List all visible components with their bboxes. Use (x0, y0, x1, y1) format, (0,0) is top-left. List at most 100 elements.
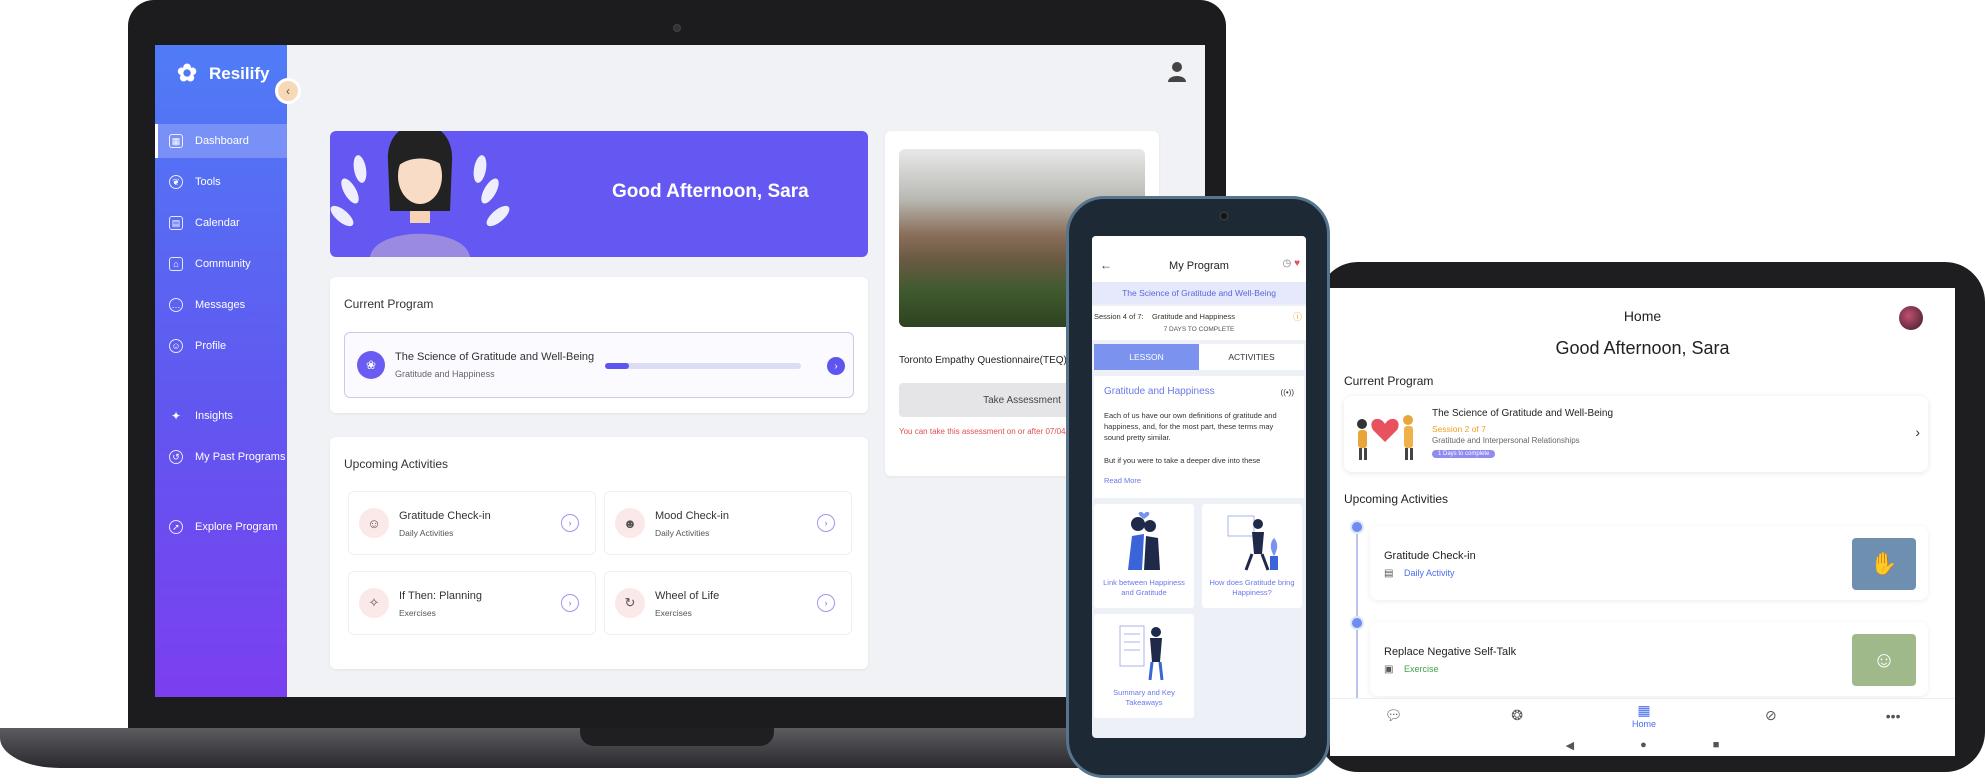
upcoming-activities-card: Upcoming Activities ☺ Gratitude Check-in… (330, 437, 868, 669)
tablet-activity-gratitude[interactable]: Gratitude Check-in ▤ Daily Activity ✋ (1370, 526, 1928, 600)
program-subtitle: Gratitude and Happiness (395, 369, 495, 379)
chevron-right-icon[interactable]: › (827, 357, 845, 375)
tile-label: Link between Happiness and Gratitude (1103, 578, 1185, 597)
sidebar-item-messages[interactable]: … Messages (155, 288, 287, 322)
session-label: Session 4 of 7: (1094, 312, 1144, 321)
program-progress-fill (605, 363, 629, 369)
sidebar-item-label: My Past Programs (195, 451, 286, 463)
leaf-icon: ❦ (169, 175, 183, 189)
days-to-complete: 7 DAYS TO COMPLETE (1163, 326, 1235, 333)
assessment-title: Toronto Empathy Questionnaire(TEQ) (899, 355, 1067, 366)
grid-icon: ▦ (169, 134, 183, 148)
chevron-right-icon[interactable]: › (561, 594, 579, 612)
chevron-right-icon[interactable]: › (817, 594, 835, 612)
clock-icon[interactable]: ◷ (1283, 258, 1292, 269)
activity-subtitle: Daily Activity (1404, 568, 1455, 578)
sidebar-item-label: Dashboard (195, 135, 249, 147)
phone-screen: ← My Program ◷ ♥ The Science of Gratitud… (1092, 236, 1306, 738)
sidebar-item-label: Messages (195, 299, 246, 311)
sidebar-item-past-programs[interactable]: ↺ My Past Programs (155, 440, 287, 474)
profile-icon: ☺ (169, 339, 183, 353)
nav-more[interactable]: ••• (1886, 708, 1901, 724)
activity-mood-checkin[interactable]: ☻ Mood Check-in Daily Activities › (604, 491, 852, 555)
tablet-program-session: Session 2 of 7 (1432, 424, 1486, 434)
avatar[interactable] (1899, 306, 1923, 330)
home-circle-icon[interactable]: ● (1640, 739, 1647, 751)
tile-gratitude-happiness[interactable]: How does Gratitude bring Happiness? (1202, 504, 1302, 608)
greeting-banner: Good Afternoon, Sara (330, 131, 868, 257)
current-program-card: Current Program ❀ The Science of Gratitu… (330, 277, 868, 413)
tile-label: How does Gratitude bring Happiness? (1209, 578, 1295, 597)
sidebar-item-tools[interactable]: ❦ Tools (155, 165, 287, 199)
activity-subtitle: Daily Activities (399, 528, 454, 538)
session-bar: Session 4 of 7: Gratitude and Happiness … (1092, 306, 1306, 340)
tile-summary[interactable]: Summary and Key Takeaways (1094, 614, 1194, 718)
sidebar-item-explore[interactable]: ➚ Explore Program (155, 510, 287, 544)
document-icon: ▤ (1384, 568, 1394, 579)
activity-subtitle: Exercise (1404, 664, 1439, 674)
compass-icon: ⊘ (1765, 707, 1777, 723)
clipboard-icon: ▣ (1384, 664, 1394, 675)
read-more-link[interactable]: Read More (1104, 476, 1141, 485)
program-row[interactable]: ❀ The Science of Gratitude and Well-Bein… (344, 332, 854, 398)
header-icons[interactable]: ◷ ♥ (1283, 258, 1300, 269)
activity-if-then-planning[interactable]: ✧ If Then: Planning Exercises › (348, 571, 596, 635)
sidebar-item-community[interactable]: ⌂ Community (155, 247, 287, 281)
activity-title: If Then: Planning (399, 590, 482, 602)
nav-brain[interactable]: ❂ (1511, 707, 1523, 724)
heart-icon[interactable]: ♥ (1294, 258, 1300, 269)
chat-icon: … (169, 298, 183, 312)
activity-wheel-of-life[interactable]: ↻ Wheel of Life Exercises › (604, 571, 852, 635)
activity-gratitude-checkin[interactable]: ☺ Gratitude Check-in Daily Activities › (348, 491, 596, 555)
chevron-right-icon[interactable]: › (561, 514, 579, 532)
sidebar-item-label: Profile (195, 340, 227, 352)
sidebar-item-label: Tools (195, 176, 221, 188)
sidebar-item-calendar[interactable]: ▤ Calendar (155, 206, 287, 240)
tile-happiness-gratitude[interactable]: Link between Happiness and Gratitude (1094, 504, 1194, 608)
resilify-logo-icon: ✿ (177, 60, 198, 87)
nav-explore[interactable]: ⊘ (1765, 707, 1777, 724)
community-icon: ⌂ (169, 257, 183, 271)
activity-subtitle: Daily Activities (655, 528, 710, 538)
greeting-title: Good Afternoon, Sara (612, 181, 809, 202)
back-icon[interactable]: ◀ (1566, 739, 1574, 752)
sidebar-item-label: Insights (195, 410, 233, 422)
chevron-right-icon[interactable]: › (1915, 424, 1920, 440)
user-icon[interactable] (1167, 61, 1187, 83)
info-icon[interactable]: ⓘ (1293, 310, 1302, 323)
laptop-notch (580, 728, 774, 746)
hug-illustration (1128, 511, 1160, 570)
sidebar-item-label: Explore Program (195, 521, 278, 533)
laptop-camera (673, 24, 681, 32)
sidebar-item-dashboard[interactable]: ▦ Dashboard (155, 124, 287, 158)
tablet-program-card[interactable]: The Science of Gratitude and Well-Being … (1344, 396, 1928, 472)
tablet-activity-self-talk[interactable]: Replace Negative Self-Talk ▣ Exercise ☺ (1370, 622, 1928, 696)
brand-name: Resilify (209, 64, 270, 83)
hand-globe-icon: ✋ (1852, 538, 1916, 590)
audio-icon[interactable]: ((•)) (1281, 388, 1294, 397)
sidebar-item-profile[interactable]: ☺ Profile (155, 329, 287, 363)
nav-chat[interactable]: 💬︎ (1385, 707, 1403, 724)
phone-program-title: The Science of Gratitude and Well-Being (1092, 282, 1306, 304)
board-illustration (1119, 625, 1164, 681)
status-bar (1092, 236, 1306, 252)
recents-icon[interactable]: ■ (1713, 739, 1720, 751)
upcoming-heading: Upcoming Activities (344, 457, 449, 471)
sidebar: ✿ Resilify ▦ Dashboard ❦ Tools ▤ Calenda… (155, 45, 287, 697)
chevron-right-icon[interactable]: › (817, 514, 835, 532)
sidebar-collapse-button[interactable]: ‹ (275, 78, 301, 104)
head-icon: ☺ (1852, 634, 1916, 686)
tablet-page-title: Home (1623, 308, 1662, 324)
timeline-dot (1350, 520, 1364, 534)
tab-activities[interactable]: ACTIVITIES (1199, 344, 1304, 370)
brand-logo[interactable]: ✿ Resilify (177, 57, 269, 91)
sidebar-item-insights[interactable]: ✦ Insights (155, 399, 287, 433)
phone-header: ← My Program ◷ ♥ (1092, 252, 1306, 282)
tab-lesson[interactable]: LESSON (1094, 344, 1199, 370)
tablet-current-heading: Current Program (1344, 374, 1434, 388)
activity-title: Replace Negative Self-Talk (1384, 646, 1517, 658)
nav-home[interactable]: ▦ Home (1632, 702, 1656, 729)
home-icon: ▦ (1637, 702, 1651, 718)
lesson-body-continued: But if you were to take a deeper dive in… (1104, 456, 1261, 465)
days-badge: 1 Days to complete (1432, 450, 1496, 458)
